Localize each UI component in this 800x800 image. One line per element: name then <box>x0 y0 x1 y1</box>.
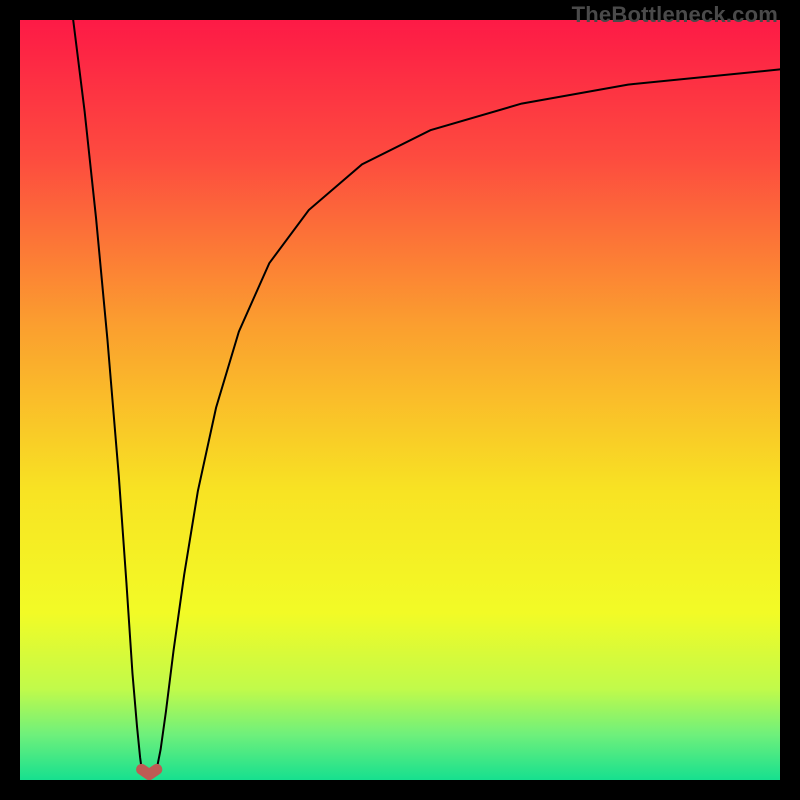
gradient-background <box>20 20 780 780</box>
series-dip-marker <box>142 769 157 774</box>
bottleneck-chart <box>20 20 780 780</box>
chart-frame <box>20 20 780 780</box>
marker-layer <box>142 769 157 774</box>
watermark-text: TheBottleneck.com <box>572 2 778 28</box>
